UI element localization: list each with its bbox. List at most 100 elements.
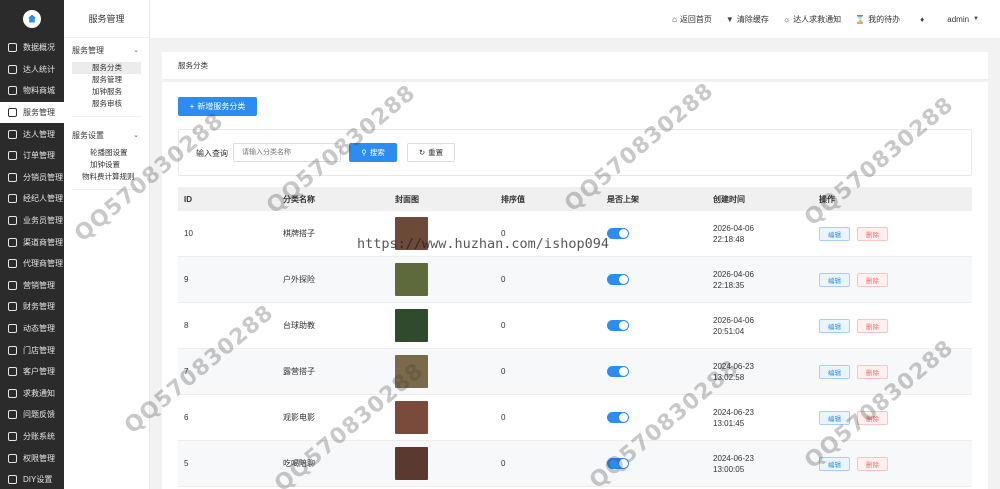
sos-link[interactable]: ☼ 达人求救通知 — [783, 14, 841, 25]
permission-icon — [8, 453, 17, 463]
salesman-icon — [8, 216, 17, 226]
nav-item-17[interactable]: 问题反馈 — [0, 404, 64, 426]
edit-button[interactable]: 编辑 — [819, 410, 850, 425]
table-row: 10 棋牌搭子 0 2026-04-06 22:18:48 编辑 删除 — [178, 211, 972, 257]
nav-item-label: 渠道商管理 — [23, 237, 63, 247]
nav-item-18[interactable]: 分账系统 — [0, 426, 64, 448]
cover-image[interactable] — [395, 263, 428, 296]
nav-item-14[interactable]: 门店管理 — [0, 339, 64, 361]
cell-cover — [395, 309, 501, 342]
nav-item-3[interactable]: 服务管理 — [0, 101, 64, 124]
reset-button[interactable]: ↻ 重置 — [407, 143, 455, 162]
edit-button[interactable]: 编辑 — [819, 364, 850, 379]
submenu-item-material-rule[interactable]: 物料费计算规则 — [64, 171, 149, 183]
nav-item-10[interactable]: 代理商管理 — [0, 253, 64, 275]
submenu-group-label: 服务设置 — [72, 130, 104, 140]
header-shelf: 是否上架 — [607, 194, 639, 204]
user-icon — [8, 129, 17, 139]
logo[interactable] — [0, 0, 64, 37]
on-shelf-toggle[interactable] — [607, 320, 629, 331]
nav-item-11[interactable]: 营销管理 — [0, 275, 64, 297]
table-header: ID 分类名称 封面图 排序值 是否上架 创建时间 操作 — [178, 187, 972, 211]
edit-button[interactable]: 编辑 — [819, 318, 850, 333]
nav-item-12[interactable]: 财务管理 — [0, 296, 64, 318]
submenu-item-banner[interactable]: 轮播图设置 — [64, 147, 149, 159]
created-date: 2026-04-06 — [713, 315, 754, 325]
nav-item-4[interactable]: 达人管理 — [0, 123, 64, 145]
edit-button[interactable]: 编辑 — [819, 226, 850, 241]
cell-id: 6 — [184, 413, 189, 422]
home-link[interactable]: ⌂ 返回首页 — [672, 14, 712, 25]
nav-item-0[interactable]: 数据概况 — [0, 37, 64, 59]
delete-button[interactable]: 删除 — [857, 456, 888, 471]
nav-item-label: 动态管理 — [23, 324, 55, 334]
order-icon — [8, 151, 17, 161]
nav-item-label: 问题反馈 — [23, 410, 55, 420]
delete-button[interactable]: 删除 — [857, 318, 888, 333]
nav-item-6[interactable]: 分销员管理 — [0, 167, 64, 189]
submenu-item-category[interactable]: 服务分类 — [72, 62, 141, 74]
nav-item-label: 分销员管理 — [23, 172, 63, 182]
cover-image[interactable] — [395, 217, 428, 250]
cell-name: 观影电影 — [283, 413, 315, 422]
created-time: 22:18:48 — [713, 234, 745, 244]
cell-id: 5 — [184, 459, 189, 468]
reset-button-label: 重置 — [428, 148, 444, 157]
cell-cover — [395, 447, 501, 480]
delete-button[interactable]: 删除 — [857, 272, 888, 287]
cover-image[interactable] — [395, 355, 428, 388]
on-shelf-toggle[interactable] — [607, 228, 629, 239]
nav-item-7[interactable]: 经纪人管理 — [0, 188, 64, 210]
nav-item-20[interactable]: DIY设置 — [0, 469, 64, 489]
content-card: +新增服务分类 输入查询 ⚲搜索 ↻重置 ID 分类名称 封面图 排序值 是否上… — [162, 82, 988, 489]
submenu-item-overtime-setting[interactable]: 加钟设置 — [64, 159, 149, 171]
on-shelf-toggle[interactable] — [607, 366, 629, 377]
nav-item-13[interactable]: 动态管理 — [0, 318, 64, 340]
cell-sort: 0 — [501, 413, 506, 422]
nav-item-1[interactable]: 达人统计 — [0, 59, 64, 81]
header-time: 创建时间 — [713, 194, 745, 204]
nav-item-9[interactable]: 渠道商管理 — [0, 231, 64, 253]
bell-button[interactable]: ♦ — [920, 15, 927, 24]
nav-item-15[interactable]: 客户管理 — [0, 361, 64, 383]
nav-item-8[interactable]: 业务员管理 — [0, 210, 64, 232]
todo-link[interactable]: ⌛ 我的待办 — [855, 14, 900, 25]
submenu-group-service[interactable]: 服务管理 ⌄ — [64, 38, 149, 62]
cell-cover — [395, 263, 501, 296]
clear-cache-link[interactable]: ▼ 清除缓存 — [726, 14, 769, 25]
delete-button[interactable]: 删除 — [857, 364, 888, 379]
edit-button[interactable]: 编辑 — [819, 272, 850, 287]
cover-image[interactable] — [395, 401, 428, 434]
edit-button[interactable]: 编辑 — [819, 456, 850, 471]
cell-op: 编辑 删除 — [819, 226, 972, 241]
agent-icon — [8, 194, 17, 204]
submenu-item-overtime[interactable]: 加钟服务 — [64, 86, 149, 98]
nav-item-16[interactable]: 求救通知 — [0, 383, 64, 405]
cell-cover — [395, 217, 501, 250]
on-shelf-toggle[interactable] — [607, 274, 629, 285]
add-category-button[interactable]: + 新增服务分类 — [178, 97, 257, 116]
search-input[interactable] — [233, 143, 341, 162]
chart-icon — [8, 64, 17, 74]
nav-item-19[interactable]: 权限管理 — [0, 447, 64, 469]
submenu-item-service[interactable]: 服务管理 — [64, 74, 149, 86]
todo-label: 我的待办 — [868, 14, 901, 24]
cover-image[interactable] — [395, 447, 428, 480]
nav-item-label: 代理商管理 — [23, 259, 63, 269]
delete-button[interactable]: 删除 — [857, 410, 888, 425]
search-button[interactable]: ⚲ 搜索 — [349, 143, 397, 162]
submenu-group-settings[interactable]: 服务设置 ⌄ — [64, 123, 149, 147]
split-icon — [8, 431, 17, 441]
submenu-item-review[interactable]: 服务审核 — [64, 98, 149, 110]
nav-item-5[interactable]: 订单管理 — [0, 145, 64, 167]
nav-item-label: 财务管理 — [23, 302, 55, 312]
nav-item-2[interactable]: 物料商城 — [0, 80, 64, 102]
on-shelf-toggle[interactable] — [607, 412, 629, 423]
alarm-icon: ☼ — [782, 14, 791, 24]
delete-button[interactable]: 删除 — [857, 226, 888, 241]
on-shelf-toggle[interactable] — [607, 458, 629, 469]
refresh-icon: ↻ — [418, 148, 426, 157]
user-menu[interactable]: admin ▼ — [947, 15, 982, 24]
cell-name: 露营搭子 — [283, 367, 315, 376]
cover-image[interactable] — [395, 309, 428, 342]
